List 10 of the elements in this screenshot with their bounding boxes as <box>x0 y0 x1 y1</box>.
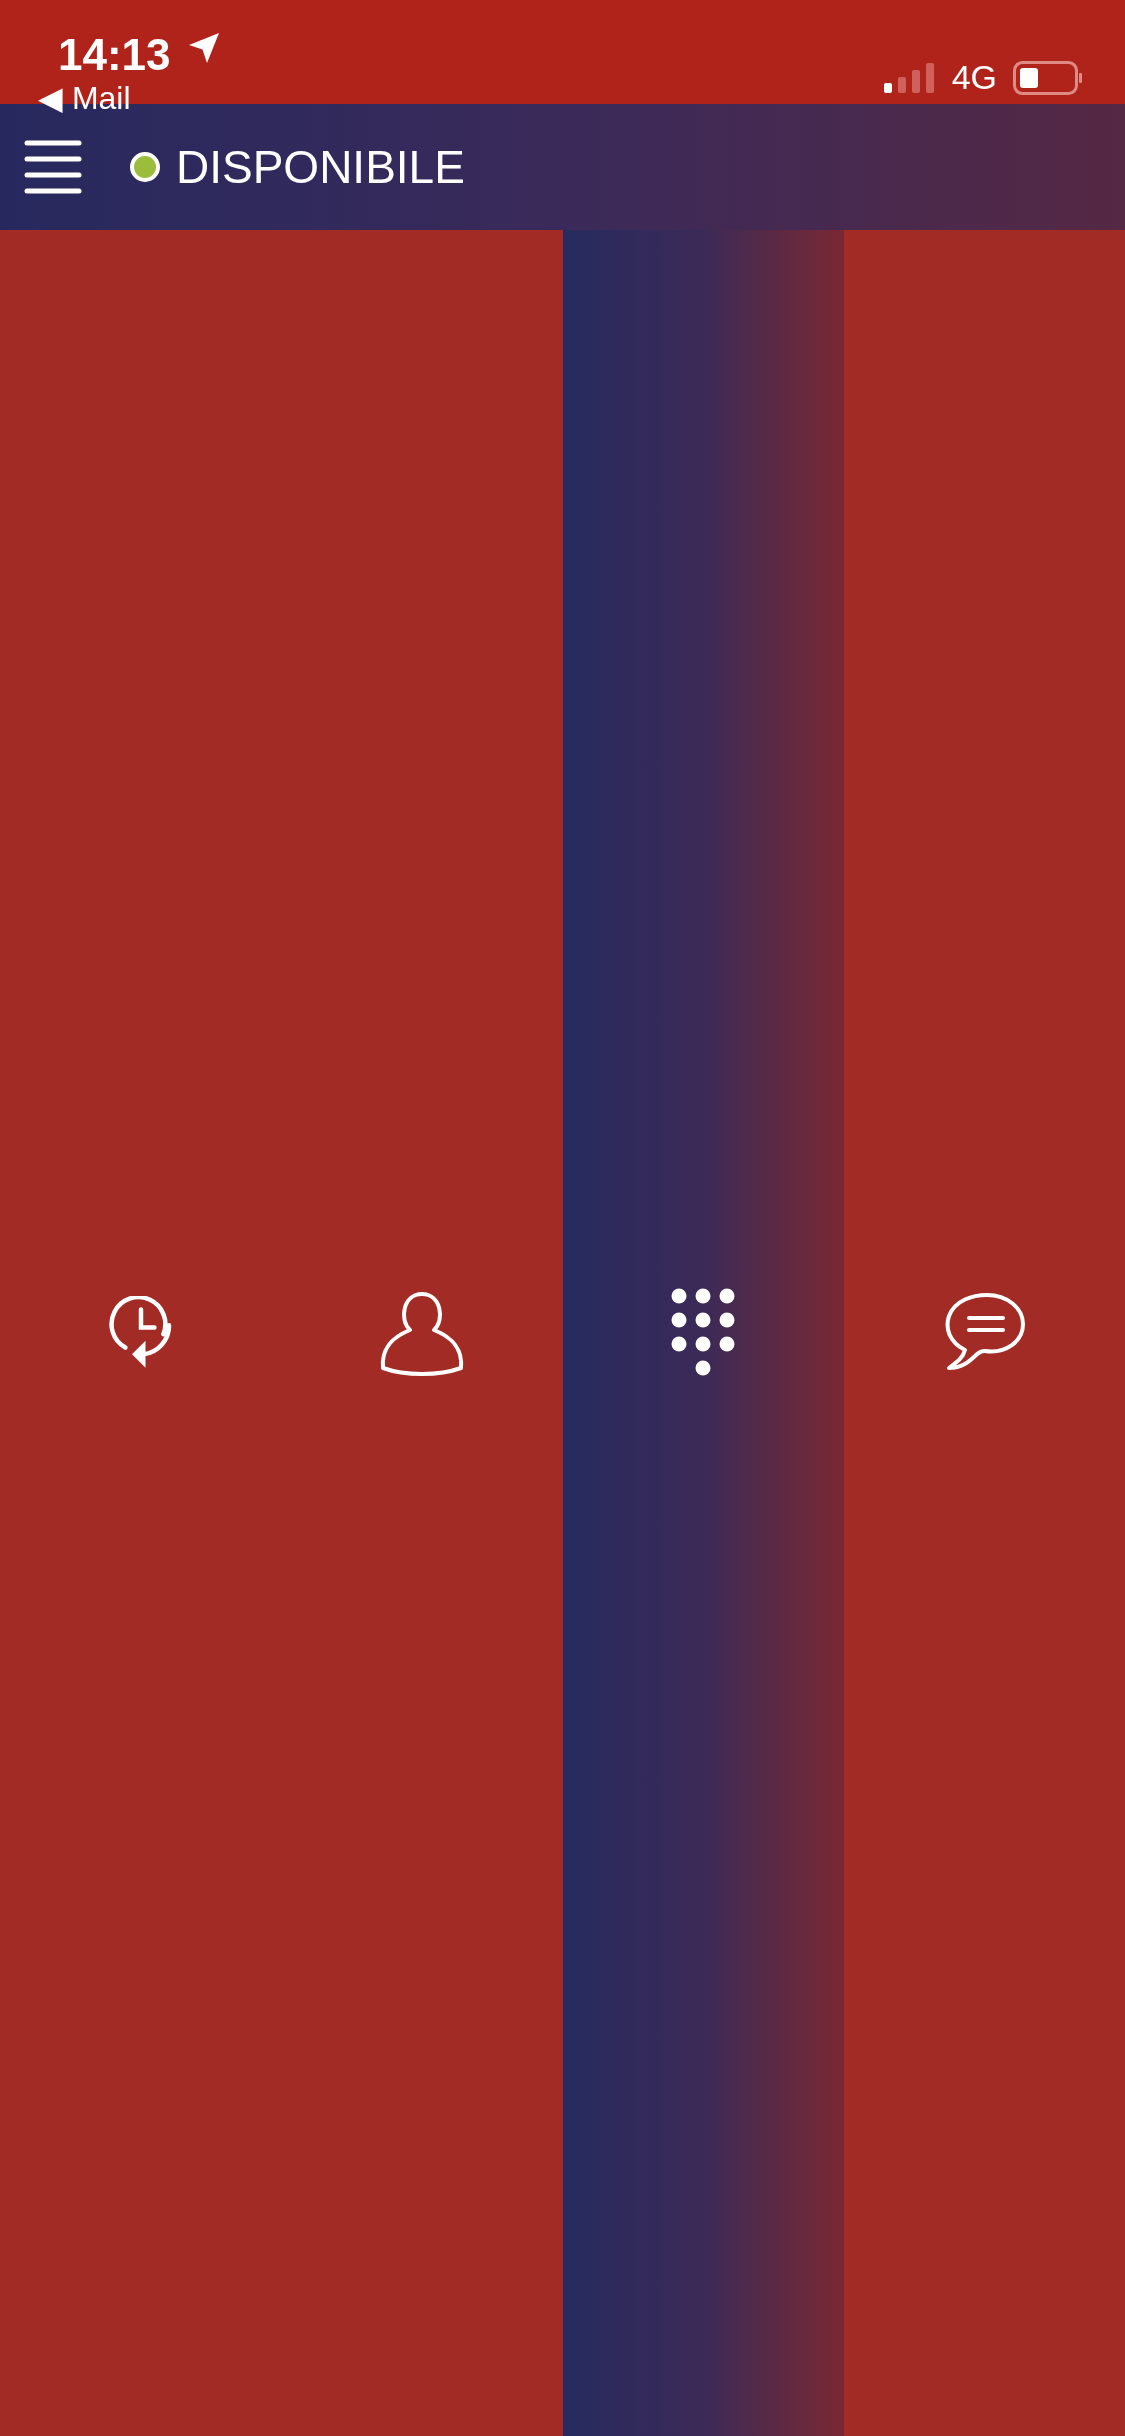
presence-status: DISPONIBILE <box>176 139 465 195</box>
status-time: 14:13 <box>58 29 171 81</box>
presence-dot <box>130 152 160 182</box>
keypad-icon <box>671 1288 736 1378</box>
battery-icon <box>1013 60 1083 95</box>
menu-button[interactable] <box>24 140 82 194</box>
signal-icon <box>883 62 936 93</box>
menu-icon <box>24 140 82 194</box>
network-label: 4G <box>951 57 997 98</box>
nav-tab[interactable] <box>562 230 844 2436</box>
